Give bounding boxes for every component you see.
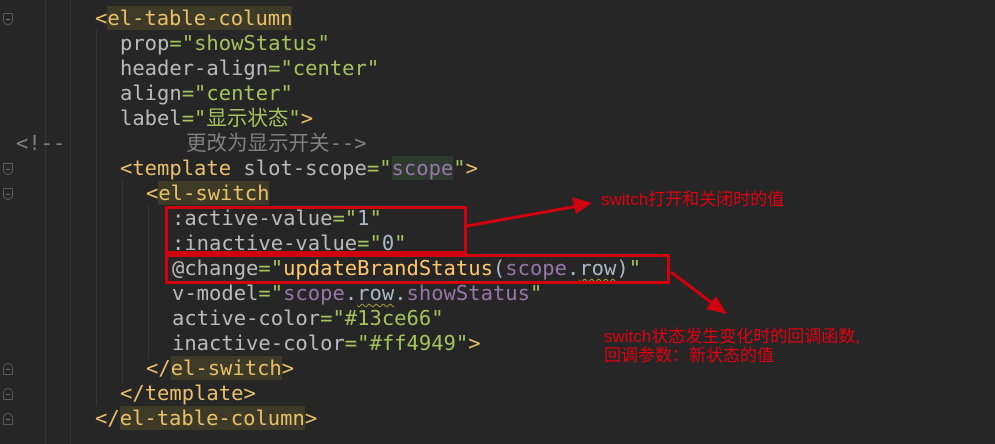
switch-values-note: switch打开和关闭时的值 — [601, 190, 785, 209]
arrowhead-icon — [572, 197, 592, 214]
arrowhead-icon — [706, 296, 727, 314]
change-callback-note-line1: switch状态发生变化时的回调函数, — [604, 327, 860, 346]
annotation-arrows — [466, 197, 727, 314]
arrow-to-values-note — [466, 204, 579, 228]
arrow-to-change-note — [670, 270, 713, 305]
change-callback-note-line2: 回调参数：新状态的值 — [604, 346, 774, 365]
